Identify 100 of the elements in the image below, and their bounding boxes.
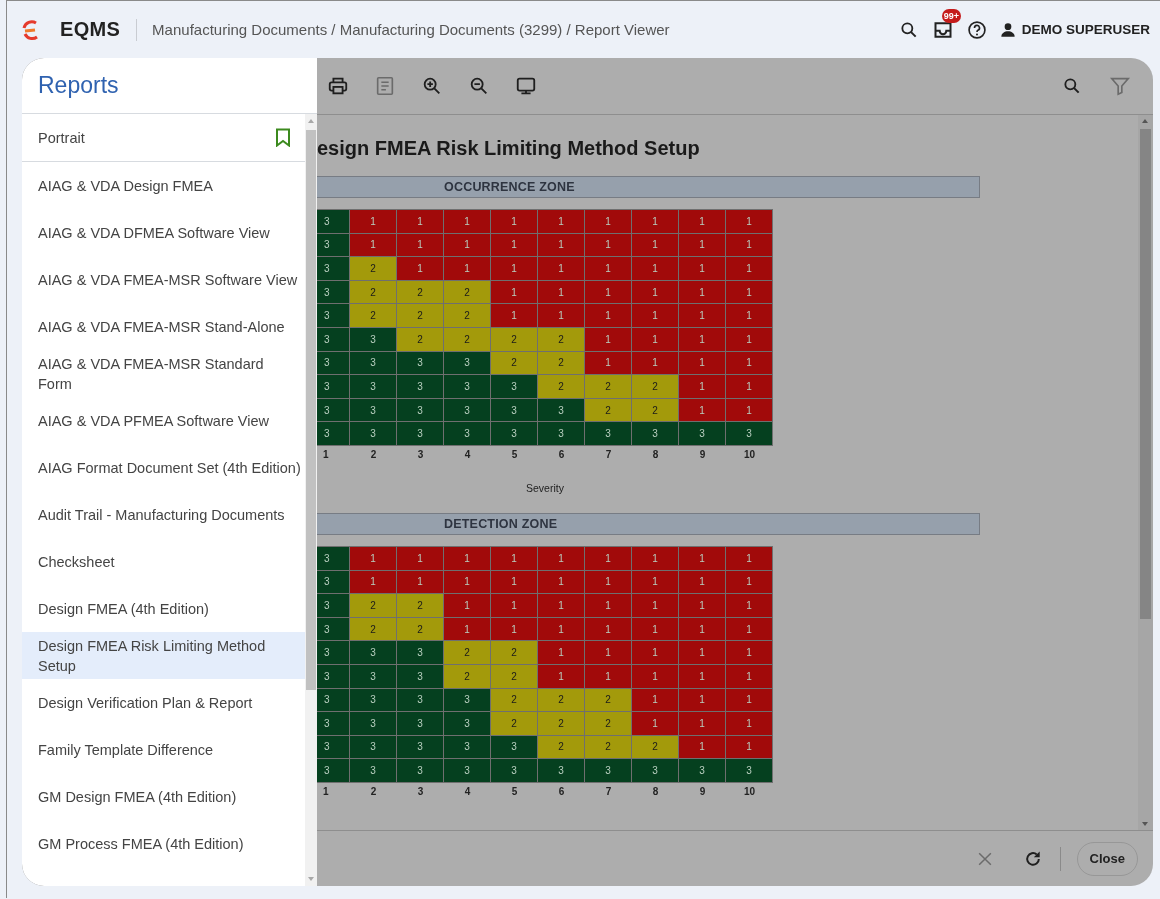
matrix-cell: 1 (632, 617, 678, 641)
matrix-cell: 3 (491, 398, 537, 422)
report-list-item[interactable]: Family Template Difference (22, 726, 305, 773)
report-list-item[interactable]: AIAG & VDA FMEA-MSR Software View (22, 256, 305, 303)
matrix-cell: 1 (679, 641, 725, 664)
axis-tick-label: 6 (557, 448, 566, 462)
app-name: EQMS (60, 18, 121, 41)
matrix-cell: 2 (491, 664, 537, 688)
matrix-cell: 1 (726, 570, 772, 594)
matrix-cell: 1 (538, 570, 584, 594)
matrix-cell: 3 (317, 422, 349, 445)
matrix-cell: 1 (538, 233, 584, 257)
matrix-cell: 1 (632, 712, 678, 735)
help-button[interactable] (966, 19, 987, 40)
matrix-cell: 1 (585, 257, 631, 280)
matrix-cell: 3 (491, 735, 537, 759)
report-list-item[interactable]: Checksheet (22, 538, 305, 585)
search-icon (898, 19, 919, 40)
matrix-cell: 1 (444, 257, 490, 280)
inbox-button[interactable] (932, 19, 953, 40)
matrix-cell: 2 (397, 327, 443, 351)
matrix-cell: 2 (632, 398, 678, 422)
matrix-cell: 1 (397, 546, 443, 570)
matrix-cell: 2 (397, 280, 443, 304)
axis-tick-label: 5 (510, 785, 519, 799)
matrix-cell: 1 (491, 280, 537, 304)
axis-title: Severity (526, 481, 564, 494)
bookmark-icon[interactable] (275, 128, 291, 147)
matrix-cell: 3 (317, 688, 349, 712)
matrix-cell: 1 (350, 233, 396, 257)
report-list-item[interactable]: AIAG & VDA DFMEA Software View (22, 209, 305, 256)
matrix-cell: 1 (726, 351, 772, 375)
axis-tick-label: 9 (698, 785, 707, 799)
report-list-item[interactable]: Design FMEA (4th Edition) (22, 585, 305, 632)
matrix-cell: 1 (679, 327, 725, 351)
matrix-cell: 3 (397, 759, 443, 782)
axis-tick-label: 5 (510, 448, 519, 462)
matrix-cell: 1 (726, 280, 772, 304)
matrix-cell: 3 (491, 422, 537, 445)
matrix-cell: 3 (350, 712, 396, 735)
matrix-cell: 1 (632, 546, 678, 570)
matrix-cell: 3 (491, 759, 537, 782)
matrix-cell: 1 (632, 688, 678, 712)
matrix-cell: 2 (444, 664, 490, 688)
matrix-cell: 1 (491, 304, 537, 327)
matrix-cell: 1 (679, 304, 725, 327)
report-list-item[interactable]: AIAG & VDA PFMEA Software View (22, 397, 305, 444)
matrix-cell: 1 (538, 664, 584, 688)
report-list-item[interactable]: Design FMEA Risk Limiting Method Setup (22, 632, 305, 679)
matrix-cell: 3 (350, 641, 396, 664)
document-icon (374, 75, 396, 97)
report-list-item[interactable]: Design Verification Plan & Report (22, 679, 305, 726)
matrix-cell: 1 (585, 641, 631, 664)
matrix-cell: 3 (317, 327, 349, 351)
matrix-cell: 2 (538, 712, 584, 735)
matrix-cell: 1 (444, 594, 490, 617)
user-menu[interactable]: DEMO SUPERUSER (999, 21, 1150, 38)
matrix-cell: 3 (444, 351, 490, 375)
matrix-cell: 1 (585, 546, 631, 570)
report-list-item[interactable]: AIAG & VDA FMEA-MSR Stand-Alone (22, 303, 305, 350)
matrix-cell: 1 (679, 233, 725, 257)
matrix-cell: 1 (726, 712, 772, 735)
matrix-cell: 3 (397, 688, 443, 712)
matrix-cell: 1 (491, 257, 537, 280)
search-button[interactable] (898, 19, 919, 40)
matrix-cell: 3 (317, 759, 349, 782)
matrix-cell: 1 (726, 375, 772, 398)
matrix-cell: 1 (726, 641, 772, 664)
matrix-cell: 3 (444, 688, 490, 712)
matrix-cell: 1 (726, 257, 772, 280)
axis-tick-label: 8 (651, 785, 660, 799)
report-list-item[interactable]: GM Process FMEA (4th Edition) (22, 820, 305, 867)
matrix-cell: 3 (585, 759, 631, 782)
matrix-cell: 3 (317, 594, 349, 617)
report-list-item[interactable]: GM Design FMEA (4th Edition) (22, 773, 305, 820)
matrix-cell: 3 (317, 257, 349, 280)
matrix-cell: 1 (397, 570, 443, 594)
matrix-cell: 2 (397, 304, 443, 327)
matrix-cell: 1 (726, 398, 772, 422)
report-list-item[interactable]: AIAG & VDA Design FMEA (22, 162, 305, 209)
matrix-cell: 1 (726, 735, 772, 759)
matrix-cell: 1 (632, 641, 678, 664)
matrix-cell: 1 (397, 257, 443, 280)
matrix-cell: 2 (538, 351, 584, 375)
matrix-cell: 3 (317, 233, 349, 257)
matrix-cell: 1 (632, 327, 678, 351)
report-list-item[interactable]: Audit Trail - Manufacturing Documents (22, 491, 305, 538)
report-list-item[interactable]: AIAG Format Document Set (4th Edition) (22, 444, 305, 491)
report-list-item[interactable]: AIAG & VDA FMEA-MSR Standard Form (22, 350, 305, 397)
matrix-cell: 2 (444, 304, 490, 327)
matrix-cell: 3 (538, 422, 584, 445)
matrix-cell: 2 (491, 351, 537, 375)
matrix-cell: 1 (726, 327, 772, 351)
matrix-cell: 3 (317, 351, 349, 375)
matrix-cell: 2 (350, 304, 396, 327)
matrix-cell: 2 (585, 735, 631, 759)
matrix-cell: 1 (679, 375, 725, 398)
matrix-cell: 1 (538, 546, 584, 570)
scrollbar[interactable] (305, 114, 317, 886)
scrollbar[interactable] (1138, 115, 1153, 830)
